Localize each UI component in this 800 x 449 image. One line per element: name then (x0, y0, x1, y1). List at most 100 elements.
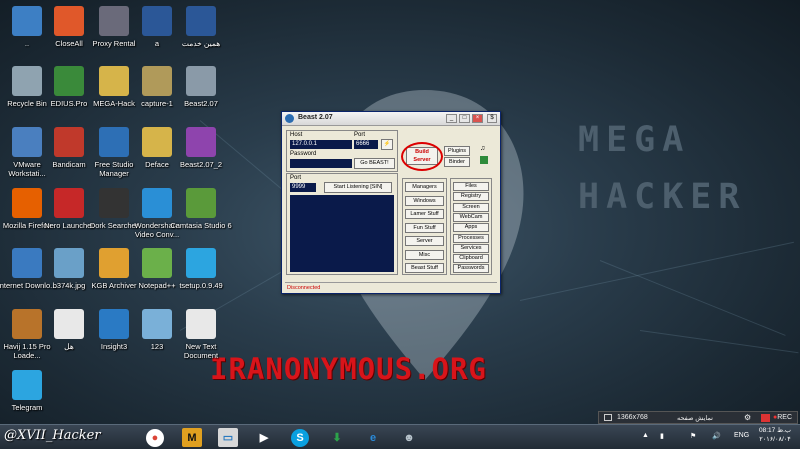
binder-button[interactable]: Binder (444, 157, 470, 167)
insight-icon (99, 309, 129, 339)
word-doc-icon (142, 6, 172, 36)
skype-icon[interactable]: S (291, 429, 309, 447)
dork-searcher-icon (99, 188, 129, 218)
desktop-icon-camtasia-studio-6[interactable]: Camtasia Studio 6 (170, 188, 232, 230)
listen-port-label: Port (290, 175, 302, 181)
desktop-icon-label: Camtasia Studio 6 (170, 221, 232, 230)
idm-taskbar-icon[interactable]: ⬇ (327, 428, 347, 447)
close-x-icon (54, 6, 84, 36)
feature-button-processes[interactable]: Processes (453, 233, 489, 243)
category-button-managers[interactable]: Managers (405, 182, 444, 192)
info-icon[interactable]: $ (487, 114, 497, 123)
notepad-plus-icon (142, 248, 172, 278)
mega-hacker-wallpaper-text: MEGA HACKER (578, 120, 747, 217)
password-input[interactable] (290, 159, 352, 168)
settings-icon[interactable]: ⚙ (744, 413, 751, 422)
connection-panel: Host Port 127.0.0.1 6666 ⚡ Password Go B… (286, 130, 398, 172)
start-listening-button[interactable]: Start Listening [SIN] (324, 182, 392, 193)
desktop-icon-beast2-07-2[interactable]: Beast2.07_2 (170, 127, 232, 169)
taskbar: ● M ▭ ▶ S ⬇ e ☻ (0, 424, 800, 449)
language-indicator[interactable]: ENG (734, 432, 749, 439)
host-label: Host (290, 132, 303, 138)
feature-button-screen[interactable]: Screen (453, 202, 489, 212)
category-button-server[interactable]: Server (405, 236, 444, 246)
desktop-icon-label: tsetup.0.9.49 (179, 281, 223, 290)
listen-panel: Port 9999 Start Listening [SIN] (286, 173, 398, 275)
nero-icon (54, 188, 84, 218)
feature-button-webcam[interactable]: WebCam (453, 212, 489, 222)
alien-icon (186, 66, 216, 96)
feature-button-registry[interactable]: Registry (453, 192, 489, 202)
feature-button-services[interactable]: Services (453, 243, 489, 253)
desktop-icon-label: Beast2.07_2 (179, 160, 223, 169)
password-label: Password (290, 151, 317, 157)
wondershare-icon (142, 188, 172, 218)
window-app-icon[interactable]: ▭ (218, 428, 238, 447)
desktop-icon-[interactable]: همین خدمت (170, 6, 232, 48)
clock-date: ۲۰۱۶/۰۸/۰۴ (759, 436, 791, 443)
category-button-windows[interactable]: Windows (405, 195, 444, 206)
port-label: Port (354, 132, 366, 138)
screen-size-icon (604, 414, 612, 421)
beast-window[interactable]: Beast 2.07 _ □ × $ Host Port 127.0.0.1 6… (281, 111, 501, 294)
desktop-icon-label: Beast2.07 (184, 99, 218, 108)
go-beast-button[interactable]: Go BEAST! (354, 158, 395, 169)
clock-time: 08:17 ب.ظ (758, 427, 791, 434)
desktop-icon-label: همین خدمت (181, 39, 221, 48)
desktop-icon-beast2-07[interactable]: Beast2.07 (170, 66, 232, 108)
host-input[interactable]: 127.0.0.1 (290, 140, 352, 149)
recording-bar: 1366x768 نمایش صفحه ⚙ ●REC (598, 411, 798, 424)
beast-app-icon (285, 114, 294, 123)
camera-icon[interactable] (761, 414, 770, 422)
music-note-icon: ♫ (480, 145, 486, 152)
watermark-text: IRANONYMOUS.ORG (210, 352, 487, 386)
category-button-lamer-stuff[interactable]: Lamer Stuff (405, 209, 444, 219)
telegram-icon (12, 370, 42, 400)
clock[interactable]: 08:17 ب.ظ ۲۰۱۶/۰۸/۰۴ (755, 426, 795, 444)
minimize-button[interactable]: _ (446, 114, 457, 123)
tray-arrow-icon[interactable]: ▲ (642, 432, 649, 439)
telegram-icon (186, 248, 216, 278)
film-icon (142, 66, 172, 96)
port-input[interactable]: 6666 (354, 140, 378, 149)
notes-icon (142, 309, 172, 339)
rec-text[interactable]: ●REC (773, 414, 792, 421)
connections-list[interactable] (290, 195, 394, 272)
maximize-button[interactable]: □ (459, 114, 470, 123)
internet-explorer-icon[interactable]: e (363, 428, 383, 447)
listen-port-input[interactable]: 9999 (290, 183, 316, 192)
folder-icon (99, 66, 129, 96)
volume-icon[interactable]: 🔊 (712, 432, 721, 440)
beast-titlebar[interactable]: Beast 2.07 _ □ × $ (282, 112, 500, 126)
category-button-fun-stuff[interactable]: Fun Stuff (405, 222, 444, 233)
feature-button-clipboard[interactable]: Clipboard (453, 254, 489, 264)
desktop-icon-label: New Text Document (183, 342, 219, 360)
status-bar: Disconnected (285, 282, 497, 292)
chrome-icon[interactable]: ● (146, 429, 164, 447)
free-studio-icon (99, 127, 129, 157)
category-button-beast-stuff[interactable]: Beast Stuff (405, 263, 444, 273)
desktop-icon-tsetup-0-9-49[interactable]: tsetup.0.9.49 (170, 248, 232, 290)
text-file-icon (54, 309, 84, 339)
tray-label-text: نمایش صفحه (677, 415, 713, 422)
beast-taskbar-icon[interactable]: ☻ (399, 428, 419, 447)
feature-button-passwords[interactable]: Passwords (453, 264, 489, 274)
desktop-icon-new-text-document[interactable]: New Text Document (170, 309, 232, 360)
close-button[interactable]: × (472, 114, 483, 123)
desktop-icon-label: Telegram (11, 403, 43, 412)
category-panel: Managers Windows Lamer Stuff Fun Stuff Serve… (402, 178, 447, 275)
word-doc-icon (186, 6, 216, 36)
desktop-icon-telegram[interactable]: Telegram (0, 370, 58, 412)
flag-icon[interactable]: ⚑ (690, 432, 696, 440)
connect-lightning-button[interactable]: ⚡ (381, 139, 393, 150)
network-icon[interactable]: ▮ (660, 432, 664, 440)
beast-title: Beast 2.07 (298, 114, 333, 121)
bandicam-icon (54, 127, 84, 157)
plugins-button[interactable]: Plugins (444, 146, 470, 156)
media-player-icon[interactable]: ▶ (254, 428, 274, 447)
mega-app-icon[interactable]: M (182, 428, 202, 447)
feature-button-files[interactable]: Files (453, 182, 489, 191)
folder-icon (142, 127, 172, 157)
feature-button-apps[interactable]: Apps (453, 223, 489, 233)
category-button-misc[interactable]: Misc (405, 249, 444, 260)
